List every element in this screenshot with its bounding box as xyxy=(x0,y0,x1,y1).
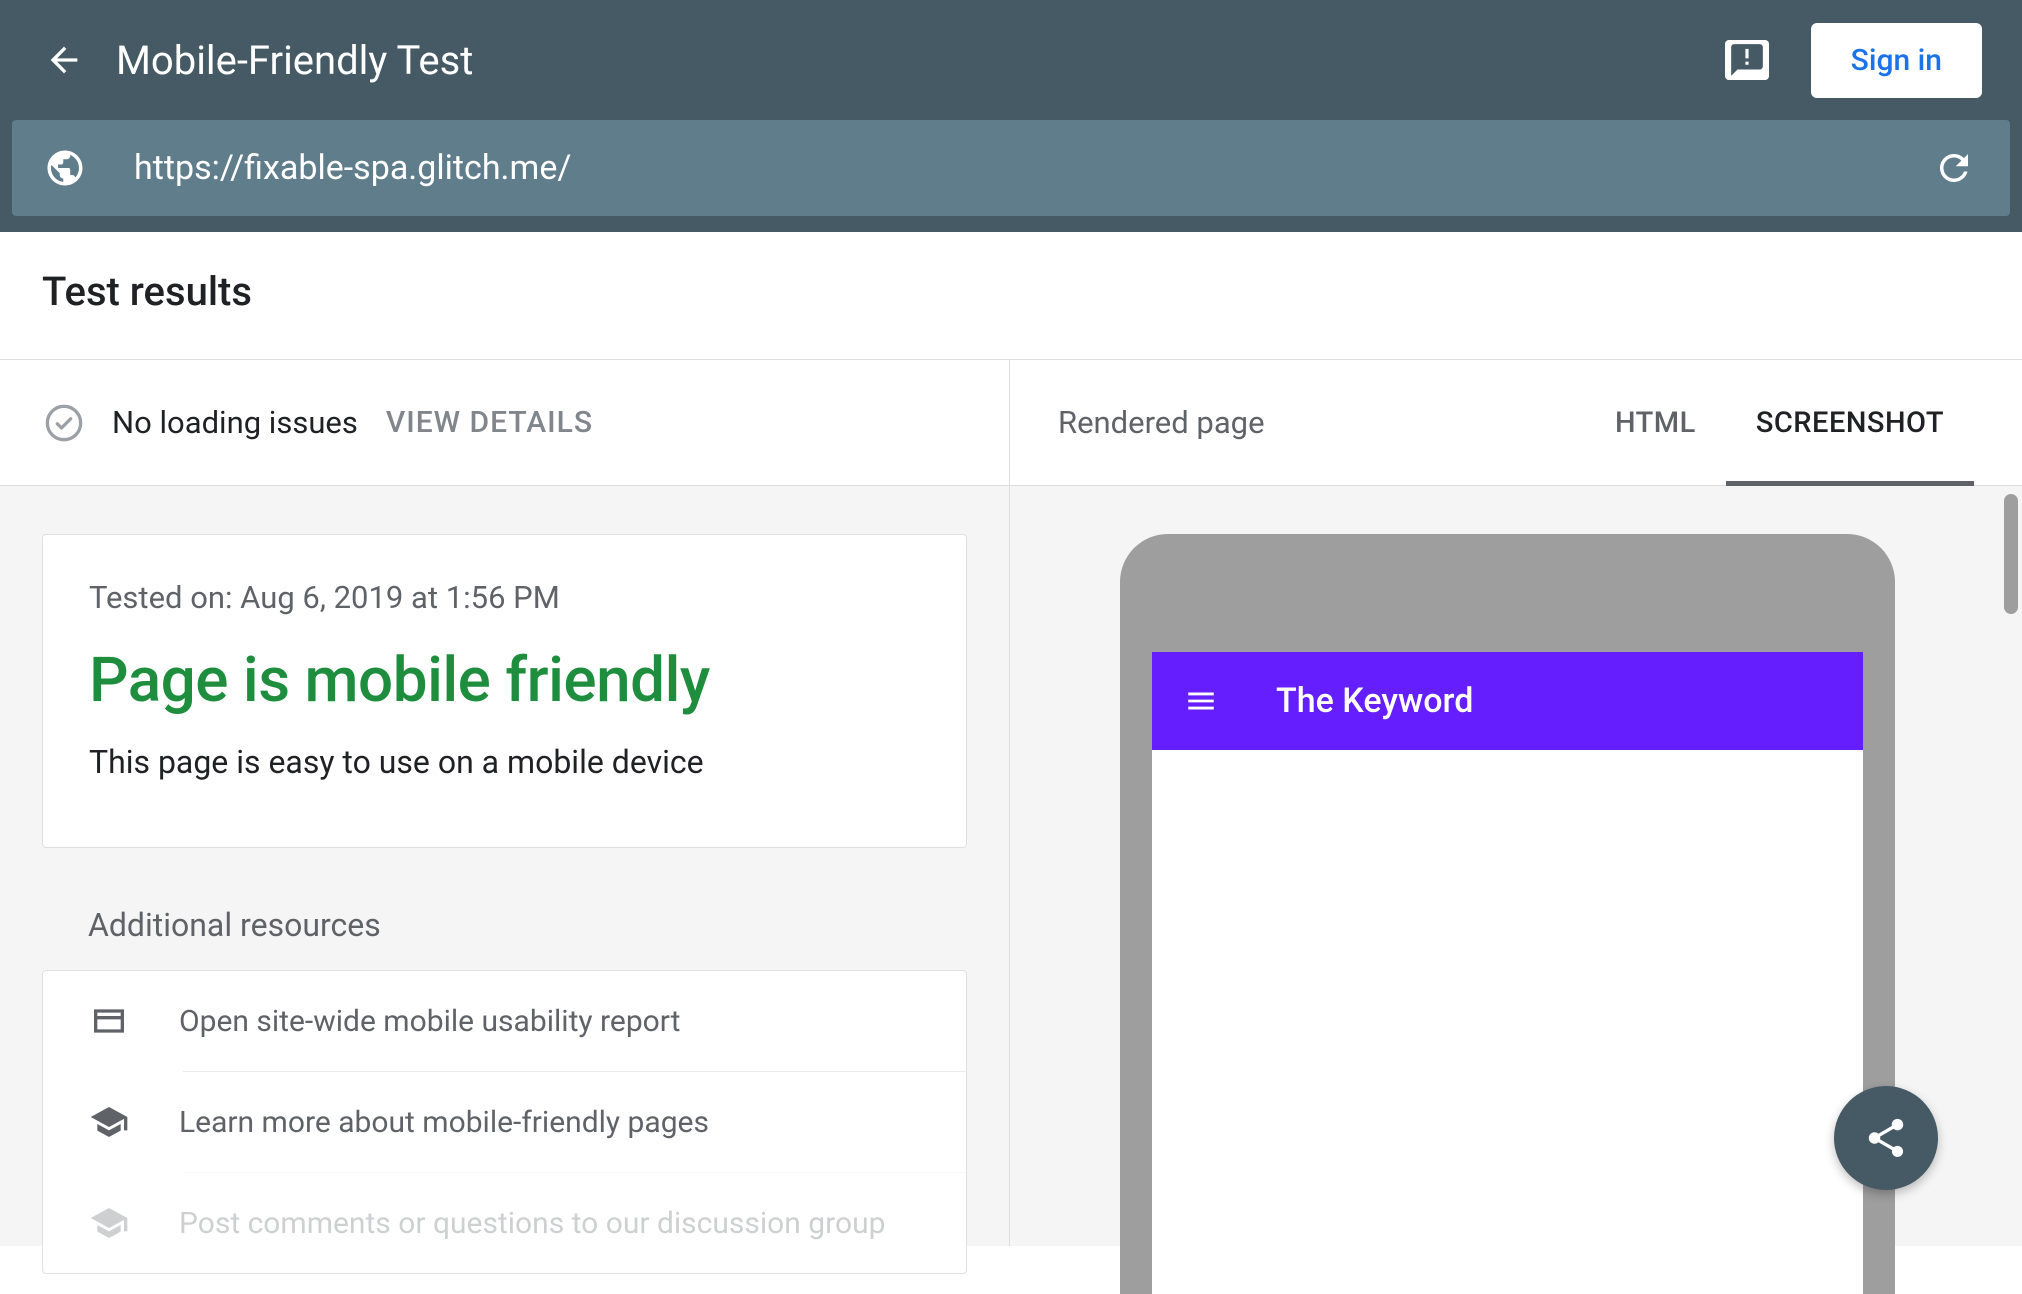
app-title: Mobile-Friendly Test xyxy=(116,37,1725,84)
results-heading: Test results xyxy=(42,268,1980,315)
tested-on-text: Tested on: Aug 6, 2019 at 1:56 PM xyxy=(89,579,920,616)
phone-app-title: The Keyword xyxy=(1276,681,1831,721)
announcement-icon xyxy=(1728,41,1766,79)
rendered-page-label: Rendered page xyxy=(1058,404,1585,441)
refresh-icon xyxy=(1933,147,1975,189)
resource-row-report[interactable]: Open site-wide mobile usability report xyxy=(43,971,966,1071)
result-card: Tested on: Aug 6, 2019 at 1:56 PM Page i… xyxy=(42,534,967,848)
web-icon xyxy=(89,1001,129,1041)
results-heading-row: Test results xyxy=(0,232,2022,360)
right-subheader: Rendered page HTML SCREENSHOT xyxy=(1010,360,2022,486)
check-circle-icon xyxy=(44,403,84,443)
verdict-text: Page is mobile friendly xyxy=(89,644,920,717)
phone-screen: The Keyword xyxy=(1152,652,1863,1294)
resource-label: Post comments or questions to our discus… xyxy=(179,1206,886,1241)
resource-label: Learn more about mobile-friendly pages xyxy=(179,1105,709,1140)
refresh-button[interactable] xyxy=(1930,144,1978,192)
left-body: Tested on: Aug 6, 2019 at 1:56 PM Page i… xyxy=(0,486,1009,1274)
resource-row-discuss[interactable]: Post comments or questions to our discus… xyxy=(183,1172,966,1273)
arrow-back-icon xyxy=(44,40,84,80)
tab-screenshot[interactable]: SCREENSHOT xyxy=(1726,360,1974,486)
left-column: No loading issues VIEW DETAILS Tested on… xyxy=(0,360,1010,1246)
signin-button[interactable]: Sign in xyxy=(1811,23,1982,98)
hamburger-icon xyxy=(1184,684,1218,718)
resources-heading: Additional resources xyxy=(88,906,967,944)
resource-row-learn[interactable]: Learn more about mobile-friendly pages xyxy=(183,1071,966,1172)
url-bar: https://fixable-spa.glitch.me/ xyxy=(12,120,2010,216)
share-fab[interactable] xyxy=(1834,1086,1938,1190)
resource-label: Open site-wide mobile usability report xyxy=(179,1004,681,1039)
tab-html[interactable]: HTML xyxy=(1585,360,1726,486)
share-icon xyxy=(1863,1115,1909,1161)
url-bar-wrap: https://fixable-spa.glitch.me/ xyxy=(0,120,2022,232)
loading-status-text: No loading issues xyxy=(112,404,358,441)
columns: No loading issues VIEW DETAILS Tested on… xyxy=(0,360,2022,1246)
school-icon xyxy=(89,1203,129,1243)
phone-frame: The Keyword xyxy=(1120,534,1895,1294)
header-bar: Mobile-Friendly Test Sign in xyxy=(0,0,2022,120)
resources-card: Open site-wide mobile usability report L… xyxy=(42,970,967,1274)
scrollbar[interactable] xyxy=(2004,494,2018,614)
back-button[interactable] xyxy=(40,36,88,84)
globe-icon xyxy=(44,147,86,189)
url-input[interactable]: https://fixable-spa.glitch.me/ xyxy=(134,148,1882,188)
feedback-button[interactable] xyxy=(1725,40,1769,80)
school-icon xyxy=(89,1102,129,1142)
view-details-link[interactable]: VIEW DETAILS xyxy=(386,405,593,440)
verdict-subtext: This page is easy to use on a mobile dev… xyxy=(89,743,920,781)
loading-status-row: No loading issues VIEW DETAILS xyxy=(0,360,1009,486)
phone-appbar: The Keyword xyxy=(1152,652,1863,750)
